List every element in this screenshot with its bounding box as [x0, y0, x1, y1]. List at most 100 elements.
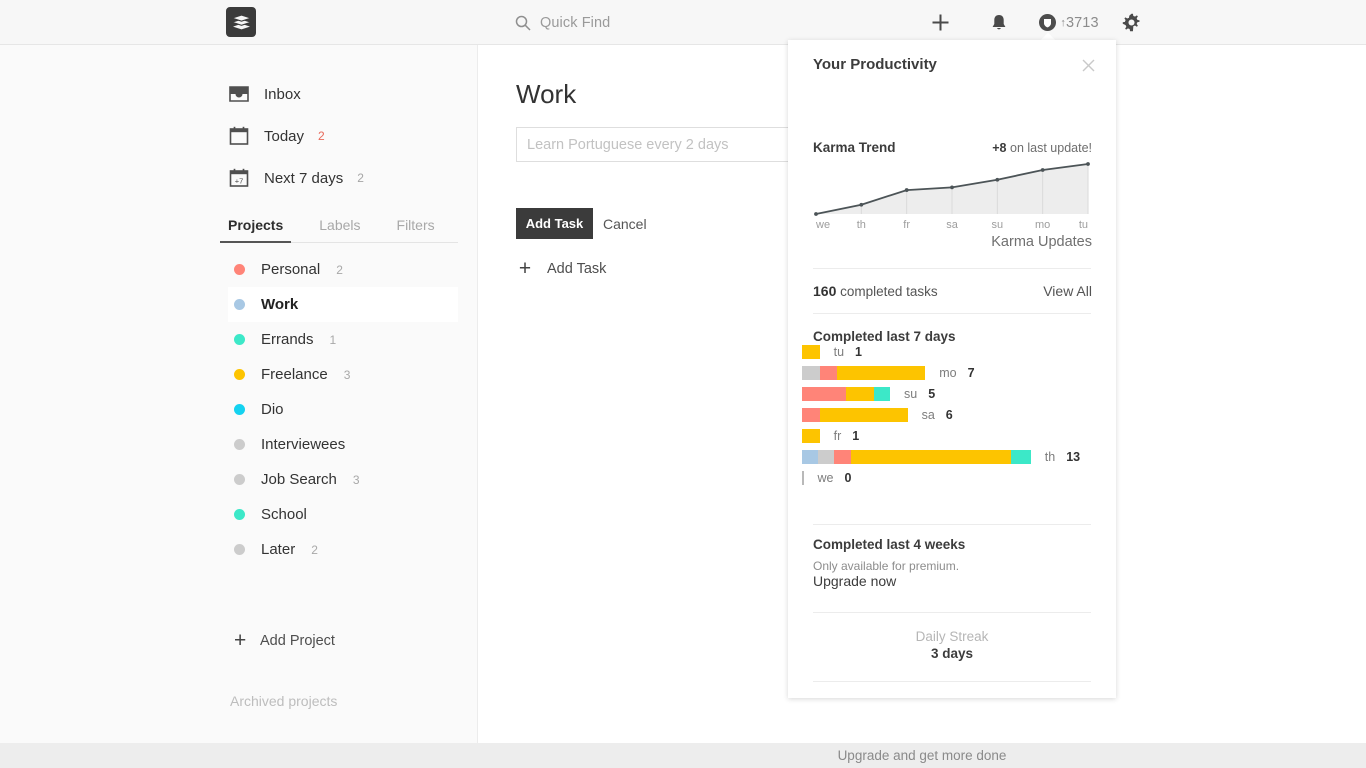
- completed-tasks-suffix: completed tasks: [836, 284, 938, 299]
- bar-segment: [802, 366, 820, 380]
- project-color-dot: [234, 439, 245, 450]
- last-7-days-title: Completed last 7 days: [813, 329, 956, 344]
- bar-row: tu 1: [802, 345, 862, 359]
- svg-text:we: we: [815, 219, 830, 231]
- bar-row: mo 7: [802, 366, 975, 380]
- bar-segment: [819, 366, 838, 380]
- add-project-button[interactable]: + Add Project: [228, 623, 458, 658]
- bar-row: su 5: [802, 387, 935, 401]
- bar-segment: [802, 345, 820, 359]
- add-task-button[interactable]: Add Task: [516, 208, 593, 239]
- notifications-button[interactable]: [984, 0, 1014, 45]
- sidebar-item-count: 2: [357, 171, 364, 185]
- bar-value-label: 1: [852, 429, 860, 443]
- sidebar-item-next-7-days[interactable]: +7 Next 7 days 2: [228, 160, 458, 196]
- add-task-link-label: Add Task: [547, 260, 607, 277]
- search-input[interactable]: Quick Find: [515, 11, 815, 35]
- add-project-label: Add Project: [260, 632, 335, 649]
- sidebar-project-interviewees[interactable]: Interviewees: [228, 427, 458, 462]
- inbox-icon: [229, 86, 249, 102]
- bar-track: [802, 387, 890, 401]
- page-title: Work: [516, 79, 577, 109]
- upgrade-now-link[interactable]: Upgrade now: [813, 573, 896, 589]
- sidebar-project-later[interactable]: Later 2: [228, 532, 458, 567]
- divider: [813, 681, 1091, 682]
- add-item-button[interactable]: [925, 0, 955, 45]
- bar-value-label: 5: [928, 387, 936, 401]
- top-bar: Quick Find ↑3713: [0, 0, 1366, 45]
- cancel-button[interactable]: Cancel: [603, 208, 647, 239]
- last-4-weeks-title: Completed last 4 weeks: [813, 537, 966, 552]
- productivity-popover: Your Productivity Karma Trend +8 on last…: [788, 40, 1116, 698]
- bar-day-label: th: [1044, 450, 1056, 464]
- bar-row: fr 1: [802, 429, 859, 443]
- bar-segment: [802, 408, 820, 422]
- bar-meta: su 5: [904, 387, 935, 401]
- sidebar-item-count: 2: [318, 129, 325, 143]
- svg-text:fr: fr: [903, 219, 910, 231]
- divider: [813, 612, 1091, 613]
- upgrade-footer-label: Upgrade and get more done: [837, 748, 1007, 763]
- karma-update-suffix: on last update!: [1006, 141, 1092, 155]
- project-color-dot: [234, 334, 245, 345]
- bar-meta: sa 6: [922, 408, 953, 422]
- bar-segment: [874, 387, 890, 401]
- tab-filters[interactable]: Filters: [397, 217, 435, 242]
- bar-value-label: 7: [967, 366, 975, 380]
- bar-day-label: sa: [921, 408, 935, 422]
- bar-track: [802, 408, 908, 422]
- view-all-link[interactable]: View All: [1043, 283, 1092, 299]
- karma-number: 3713: [1065, 14, 1099, 31]
- todoist-logo-icon[interactable]: [226, 7, 256, 37]
- sidebar-item-label: Next 7 days: [264, 169, 344, 187]
- plus-icon: +: [518, 257, 532, 280]
- settings-button[interactable]: [1116, 0, 1146, 45]
- calendar-icon: [229, 126, 249, 145]
- sidebar-item-today[interactable]: Today 2: [228, 118, 458, 154]
- project-color-dot: [234, 509, 245, 520]
- project-color-dot: [234, 474, 245, 485]
- add-task-link[interactable]: + Add Task: [518, 257, 607, 280]
- karma-trend-chart: we th fr sa su mo tu: [814, 162, 1090, 231]
- karma-trend-title: Karma Trend: [813, 140, 896, 155]
- footer-left-spacer: [0, 743, 478, 768]
- sidebar-project-dio[interactable]: Dio: [228, 392, 458, 427]
- bar-value-label: 0: [844, 471, 852, 485]
- bar-day-label: mo: [939, 366, 957, 380]
- sidebar-item-inbox[interactable]: Inbox: [228, 76, 458, 112]
- bar-meta: we 0: [818, 471, 852, 485]
- bar-segment: [1011, 450, 1031, 464]
- sidebar: Inbox Today 2 +7 Next 7 days 2 Projects …: [0, 45, 478, 768]
- divider: [813, 524, 1091, 525]
- upgrade-footer-banner[interactable]: Upgrade and get more done: [478, 743, 1366, 768]
- project-count: 1: [329, 332, 337, 347]
- bar-track: [802, 471, 804, 485]
- sidebar-project-work[interactable]: Work: [228, 287, 458, 322]
- karma-update-note: +8 on last update!: [992, 141, 1092, 155]
- close-icon[interactable]: [1078, 55, 1098, 75]
- premium-note: Only available for premium.: [813, 559, 960, 573]
- bar-segment: [833, 450, 852, 464]
- tab-projects[interactable]: Projects: [219, 217, 292, 243]
- project-color-dot: [234, 544, 245, 555]
- project-count: 2: [336, 262, 343, 277]
- sidebar-project-errands[interactable]: Errands 1: [228, 322, 458, 357]
- sidebar-project-freelance[interactable]: Freelance 3: [228, 357, 458, 392]
- sidebar-project-job-search[interactable]: Job Search 3: [228, 462, 458, 497]
- svg-text:+7: +7: [235, 176, 244, 185]
- sidebar-project-personal[interactable]: Personal 2: [228, 252, 458, 287]
- project-label: Personal: [261, 261, 321, 278]
- project-label: Later: [261, 541, 296, 558]
- bar-segment: [802, 387, 846, 401]
- divider: [813, 313, 1091, 314]
- svg-text:su: su: [992, 219, 1004, 231]
- bell-icon: [992, 14, 1006, 29]
- archived-projects-link[interactable]: Archived projects: [230, 693, 337, 709]
- sidebar-project-school[interactable]: School: [228, 497, 458, 532]
- bar-row: th 13: [802, 450, 1080, 464]
- karma-arrow-icon: ↑: [1060, 16, 1066, 29]
- karma-value: ↑3713: [1060, 15, 1098, 31]
- tab-labels[interactable]: Labels: [319, 217, 360, 242]
- bar-segment: [817, 450, 834, 464]
- karma-updates-label: Karma Updates: [991, 234, 1092, 250]
